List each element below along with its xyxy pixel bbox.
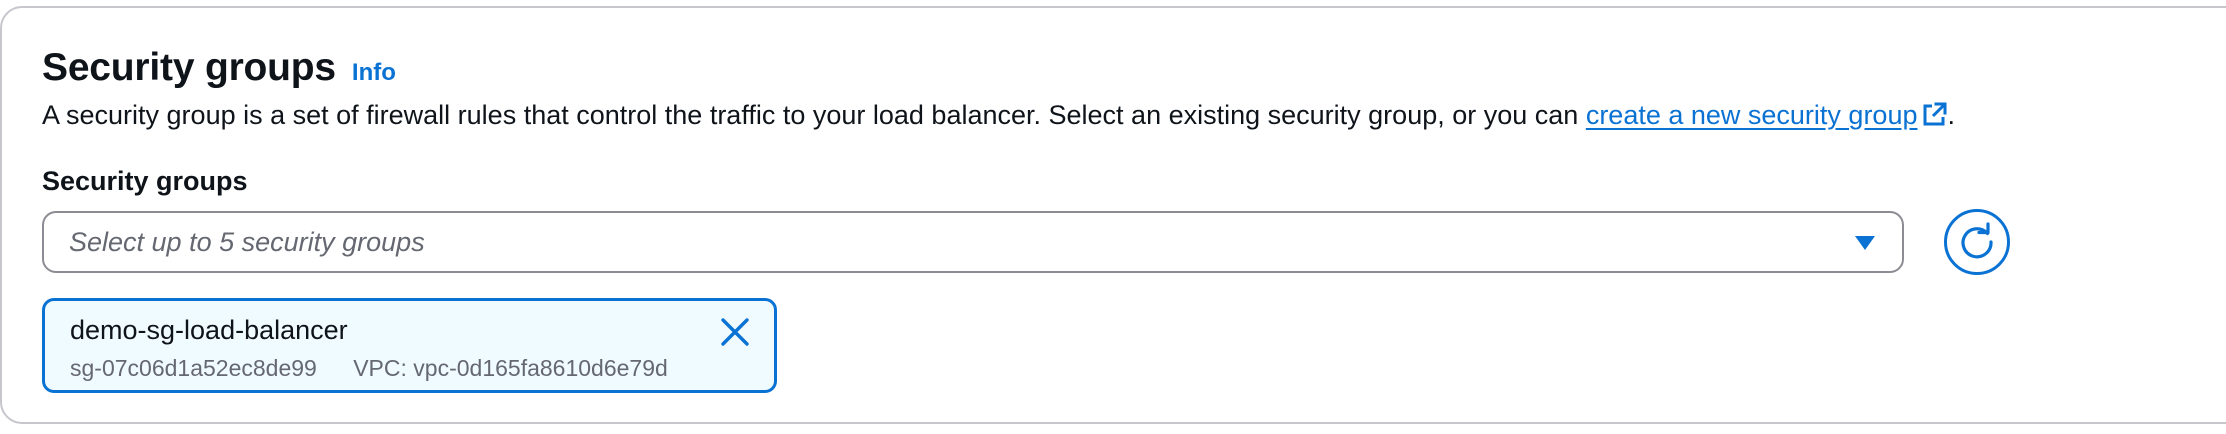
security-group-id: sg-07c06d1a52ec8de99 (70, 355, 317, 381)
description-suffix: . (1947, 100, 1956, 130)
description-text: A security group is a set of firewall ru… (42, 100, 1586, 130)
section-title: Security groups (42, 46, 336, 89)
selected-security-group-token: demo-sg-load-balancer sg-07c06d1a52ec8de… (42, 298, 777, 393)
security-groups-select[interactable]: Select up to 5 security groups (42, 211, 1904, 273)
create-security-group-link-label: create a new security group (1585, 100, 1918, 130)
refresh-button[interactable] (1944, 209, 2010, 275)
security-group-vpc: VPC: vpc-0d165fa8610d6e79d (353, 355, 668, 381)
section-description: A security group is a set of firewall ru… (42, 100, 1955, 131)
info-link[interactable]: Info (352, 59, 396, 87)
close-icon (718, 318, 752, 353)
security-group-name: demo-sg-load-balancer (70, 315, 348, 345)
remove-token-button[interactable] (718, 315, 752, 349)
external-link-icon (1922, 101, 1948, 127)
security-group-meta: sg-07c06d1a52ec8de99 VPC: vpc-0d165fa861… (70, 355, 668, 382)
caret-down-icon (1854, 235, 1876, 251)
select-placeholder: Select up to 5 security groups (69, 227, 425, 257)
security-groups-panel: Security groups Info A security group is… (0, 6, 2226, 424)
security-groups-field-label: Security groups (42, 166, 248, 196)
create-security-group-link[interactable]: create a new security group (1586, 100, 1948, 130)
section-header: Security groups Info (42, 46, 396, 90)
